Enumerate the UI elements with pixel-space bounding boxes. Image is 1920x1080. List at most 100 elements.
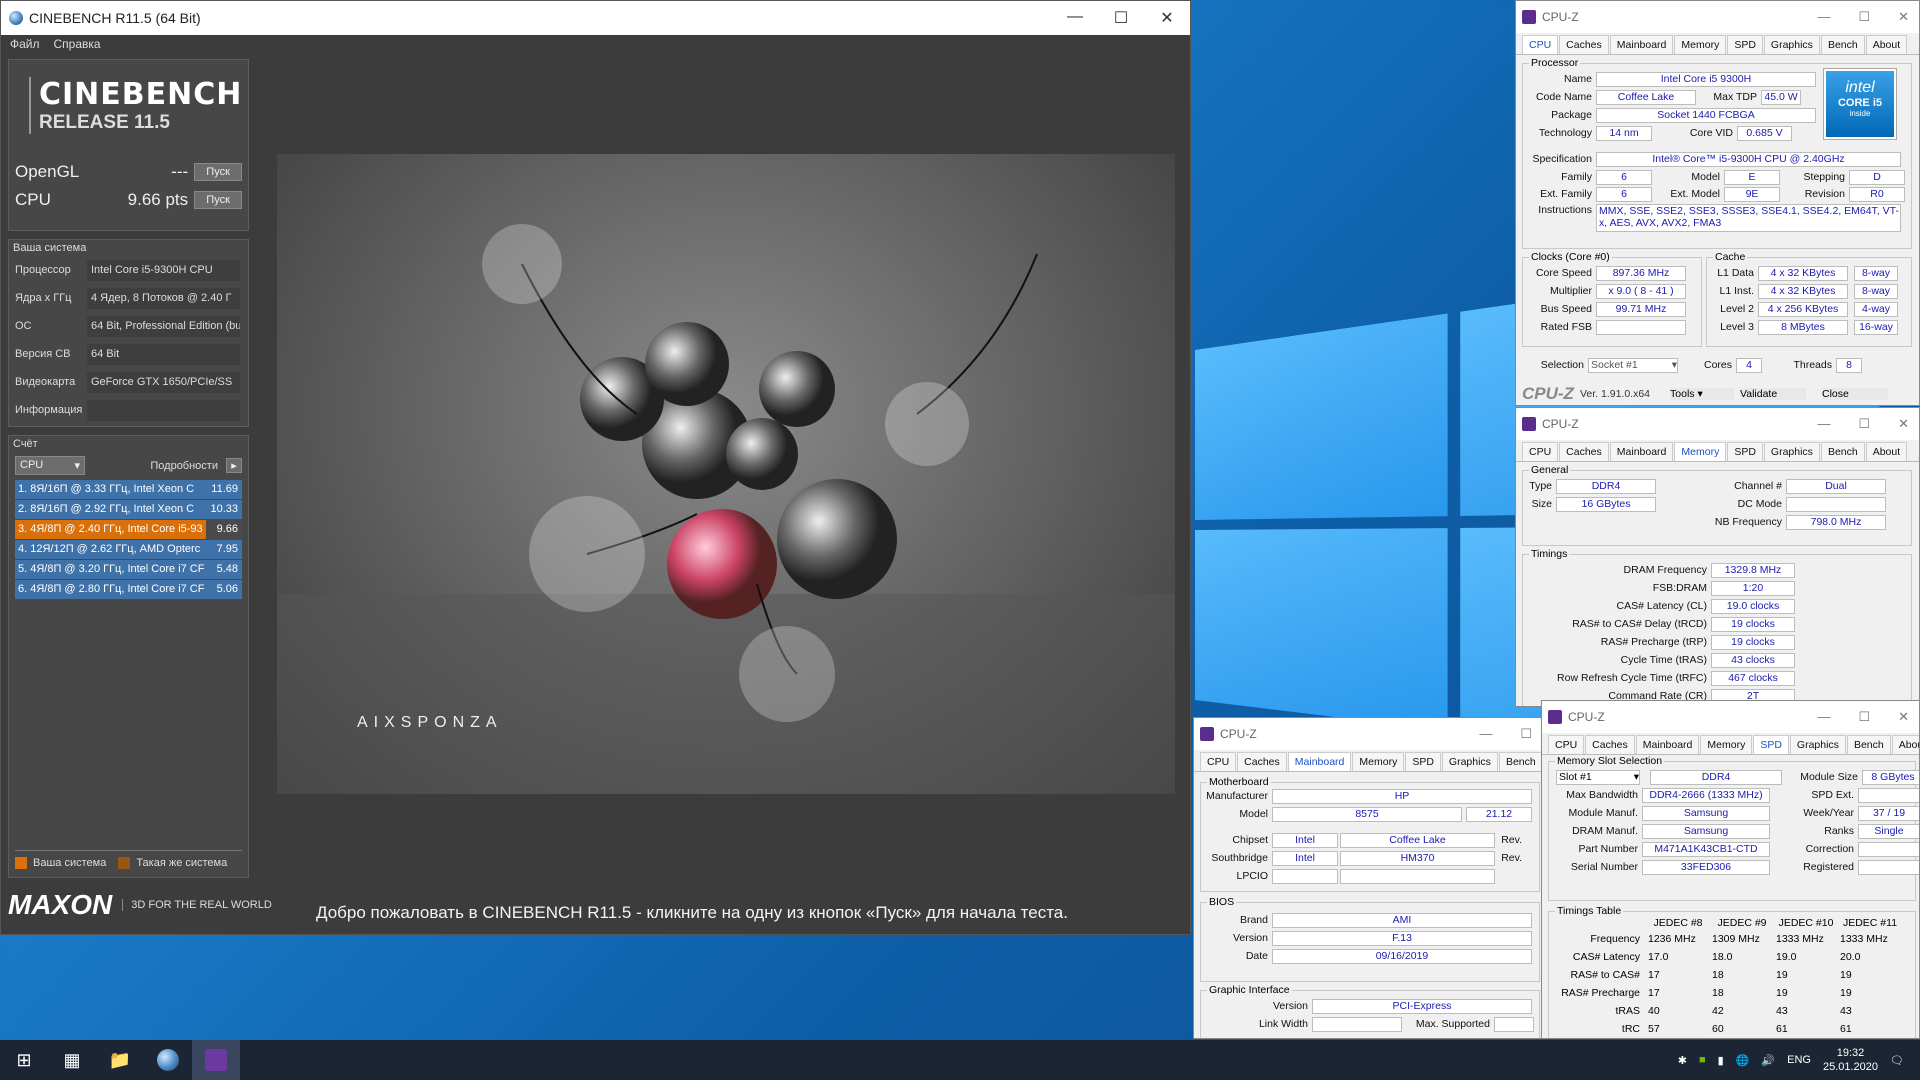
level-3: Level 3 8 MBytes [1706, 319, 1848, 335]
battery-icon[interactable]: ▮ [1718, 1054, 1724, 1067]
close-button[interactable]: ✕ [1898, 9, 1909, 25]
tab-cpu[interactable]: CPU [1200, 752, 1237, 771]
cinebench-app-icon [9, 11, 23, 25]
jedec-column-header: JEDEC #8 [1653, 917, 1703, 929]
timing-row: Cycle Time (tRAS) 43 clocks [1516, 652, 1795, 668]
tab-memory[interactable]: Memory [1700, 735, 1753, 754]
language-indicator[interactable]: ENG [1787, 1054, 1811, 1066]
timing-row: RAS# to CAS# Delay (tRCD) 19 clocks [1516, 616, 1795, 632]
socket-select[interactable]: Socket #1 ▾ [1588, 357, 1678, 373]
maximize-button[interactable]: ☐ [1520, 726, 1532, 742]
tab-about[interactable]: About [1865, 35, 1908, 54]
details-label: Подробности [150, 459, 218, 472]
ranking-label: 1. 8Я/16П @ 3.33 ГГц, Intel Xeon C [18, 483, 195, 495]
tab-mainboard[interactable]: Mainboard [1609, 35, 1674, 54]
cpuz-taskbar-icon[interactable] [192, 1040, 240, 1080]
menu-file[interactable]: Файл [10, 37, 40, 51]
timing-row-value: 19 clocks [1711, 634, 1795, 650]
clock[interactable]: 19:32 25.01.2020 [1823, 1046, 1878, 1074]
ranking-item[interactable]: 2. 8Я/16П @ 2.92 ГГц, Intel Xeon C 10.33 [15, 500, 242, 519]
lpcio-value [1272, 868, 1338, 884]
ranking-item[interactable]: 4. 12Я/12П @ 2.62 ГГц, AMD Opterc 7.95 [15, 540, 242, 559]
tab-mainboard[interactable]: Mainboard [1635, 735, 1700, 754]
tab-bench[interactable]: Bench [1820, 442, 1865, 461]
minimize-button[interactable]: — [1479, 726, 1492, 742]
tab-cpu[interactable]: CPU [1522, 35, 1559, 54]
close-button[interactable]: ✕ [1144, 8, 1190, 28]
ranks-value: Single [1858, 823, 1919, 839]
score-type-select[interactable]: CPU ▾ [15, 456, 85, 475]
minimize-button[interactable]: — [1817, 416, 1830, 432]
system-value: GeForce GTX 1650/PCIe/SS [87, 371, 240, 393]
close-button[interactable]: ✕ [1898, 709, 1909, 725]
tab-graphics[interactable]: Graphics [1763, 35, 1820, 54]
tab-graphics[interactable]: Graphics [1789, 735, 1846, 754]
ranking-item[interactable]: 5. 4Я/8П @ 3.20 ГГц, Intel Core i7 CF 5.4… [15, 560, 242, 579]
stepping-value: D [1849, 169, 1905, 185]
tab-caches[interactable]: Caches [1559, 35, 1609, 54]
bios-group-title: BIOS [1207, 896, 1237, 908]
maximize-button[interactable]: ☐ [1858, 9, 1870, 25]
tab-bench[interactable]: Bench [1846, 735, 1891, 754]
ranking-item[interactable]: 3. 4Я/8П @ 2.40 ГГц, Intel Core i5-93 9.6… [15, 520, 242, 539]
tab-caches[interactable]: Caches [1559, 442, 1609, 461]
maximize-button[interactable]: ☐ [1098, 8, 1144, 28]
minimize-button[interactable]: — [1817, 709, 1830, 725]
details-arrow-button[interactable]: ▸ [226, 458, 242, 473]
render-viewport: AIXSPONZA [277, 154, 1175, 794]
minimize-button[interactable]: — [1817, 9, 1830, 25]
tab-memory[interactable]: Memory [1674, 442, 1727, 461]
nvidia-icon[interactable]: ■ [1699, 1054, 1706, 1066]
tab-memory[interactable]: Memory [1674, 35, 1727, 54]
timing-table-cell: 61 [1840, 1023, 1852, 1035]
tab-graphics[interactable]: Graphics [1763, 442, 1820, 461]
opengl-run-button[interactable]: Пуск [194, 163, 243, 181]
name-label: Name [1563, 73, 1592, 85]
tab-cpu[interactable]: CPU [1522, 442, 1559, 461]
tab-mainboard[interactable]: Mainboard [1609, 442, 1674, 461]
processor-group-title: Processor [1529, 57, 1581, 69]
slot-select[interactable]: Slot #1 ▾ [1556, 769, 1640, 785]
tab-spd[interactable]: SPD [1727, 442, 1763, 461]
southbridge-label: Southbridge [1211, 852, 1268, 864]
tab-bench[interactable]: Bench [1820, 35, 1865, 54]
volume-icon[interactable]: 🔊 [1761, 1054, 1775, 1067]
tab-memory[interactable]: Memory [1352, 752, 1405, 771]
maximize-button[interactable]: ☐ [1858, 709, 1870, 725]
intel-wordmark: intel [1845, 79, 1875, 96]
tab-spd[interactable]: SPD [1753, 735, 1789, 754]
system-row: Версия CB 64 Bit [9, 340, 248, 368]
notifications-icon[interactable]: 🗨 [1890, 1054, 1904, 1067]
bios-version: Version F.13 [1194, 930, 1532, 946]
tab-about[interactable]: About [1891, 735, 1919, 754]
validate-button[interactable]: Validate [1740, 388, 1807, 400]
menu-help[interactable]: Справка [54, 37, 101, 51]
tab-mainboard[interactable]: Mainboard [1287, 752, 1352, 771]
minimize-button[interactable]: — [1052, 8, 1098, 28]
ranking-item[interactable]: 6. 4Я/8П @ 2.80 ГГц, Intel Core i7 CF 5.0… [15, 580, 242, 599]
cpu-run-button[interactable]: Пуск [194, 191, 243, 209]
maximize-button[interactable]: ☐ [1858, 416, 1870, 432]
file-explorer-icon[interactable]: 📁 [96, 1040, 144, 1080]
bluetooth-icon[interactable]: ✱ [1678, 1054, 1687, 1067]
ranking-item[interactable]: 1. 8Я/16П @ 3.33 ГГц, Intel Xeon C 11.69 [15, 480, 242, 499]
timing-table-cell: 57 [1648, 1023, 1660, 1035]
l1-data-label: L1 Data [1717, 267, 1754, 279]
tab-bench[interactable]: Bench [1498, 752, 1542, 771]
close-cpuz-button[interactable]: Close [1822, 388, 1889, 400]
cinebench-taskbar-icon[interactable] [144, 1040, 192, 1080]
tab-caches[interactable]: Caches [1585, 735, 1635, 754]
close-button[interactable]: ✕ [1898, 416, 1909, 432]
tab-spd[interactable]: SPD [1405, 752, 1441, 771]
tab-cpu[interactable]: CPU [1548, 735, 1585, 754]
task-view-icon[interactable]: ▦ [48, 1040, 96, 1080]
tab-about[interactable]: About [1865, 442, 1908, 461]
start-windows-icon[interactable]: ⊞ [0, 1040, 48, 1080]
tab-spd[interactable]: SPD [1727, 35, 1763, 54]
channel-label: Channel # [1734, 480, 1782, 492]
tab-graphics[interactable]: Graphics [1441, 752, 1498, 771]
network-icon[interactable]: 🌐 [1736, 1054, 1750, 1067]
cpuz-window-spd: CPU-Z — ☐ ✕ CPU Caches Mainboard Memory SPD Grap… [1541, 700, 1920, 1039]
tools-button[interactable]: Tools ▾ [1670, 388, 1735, 400]
tab-caches[interactable]: Caches [1237, 752, 1287, 771]
